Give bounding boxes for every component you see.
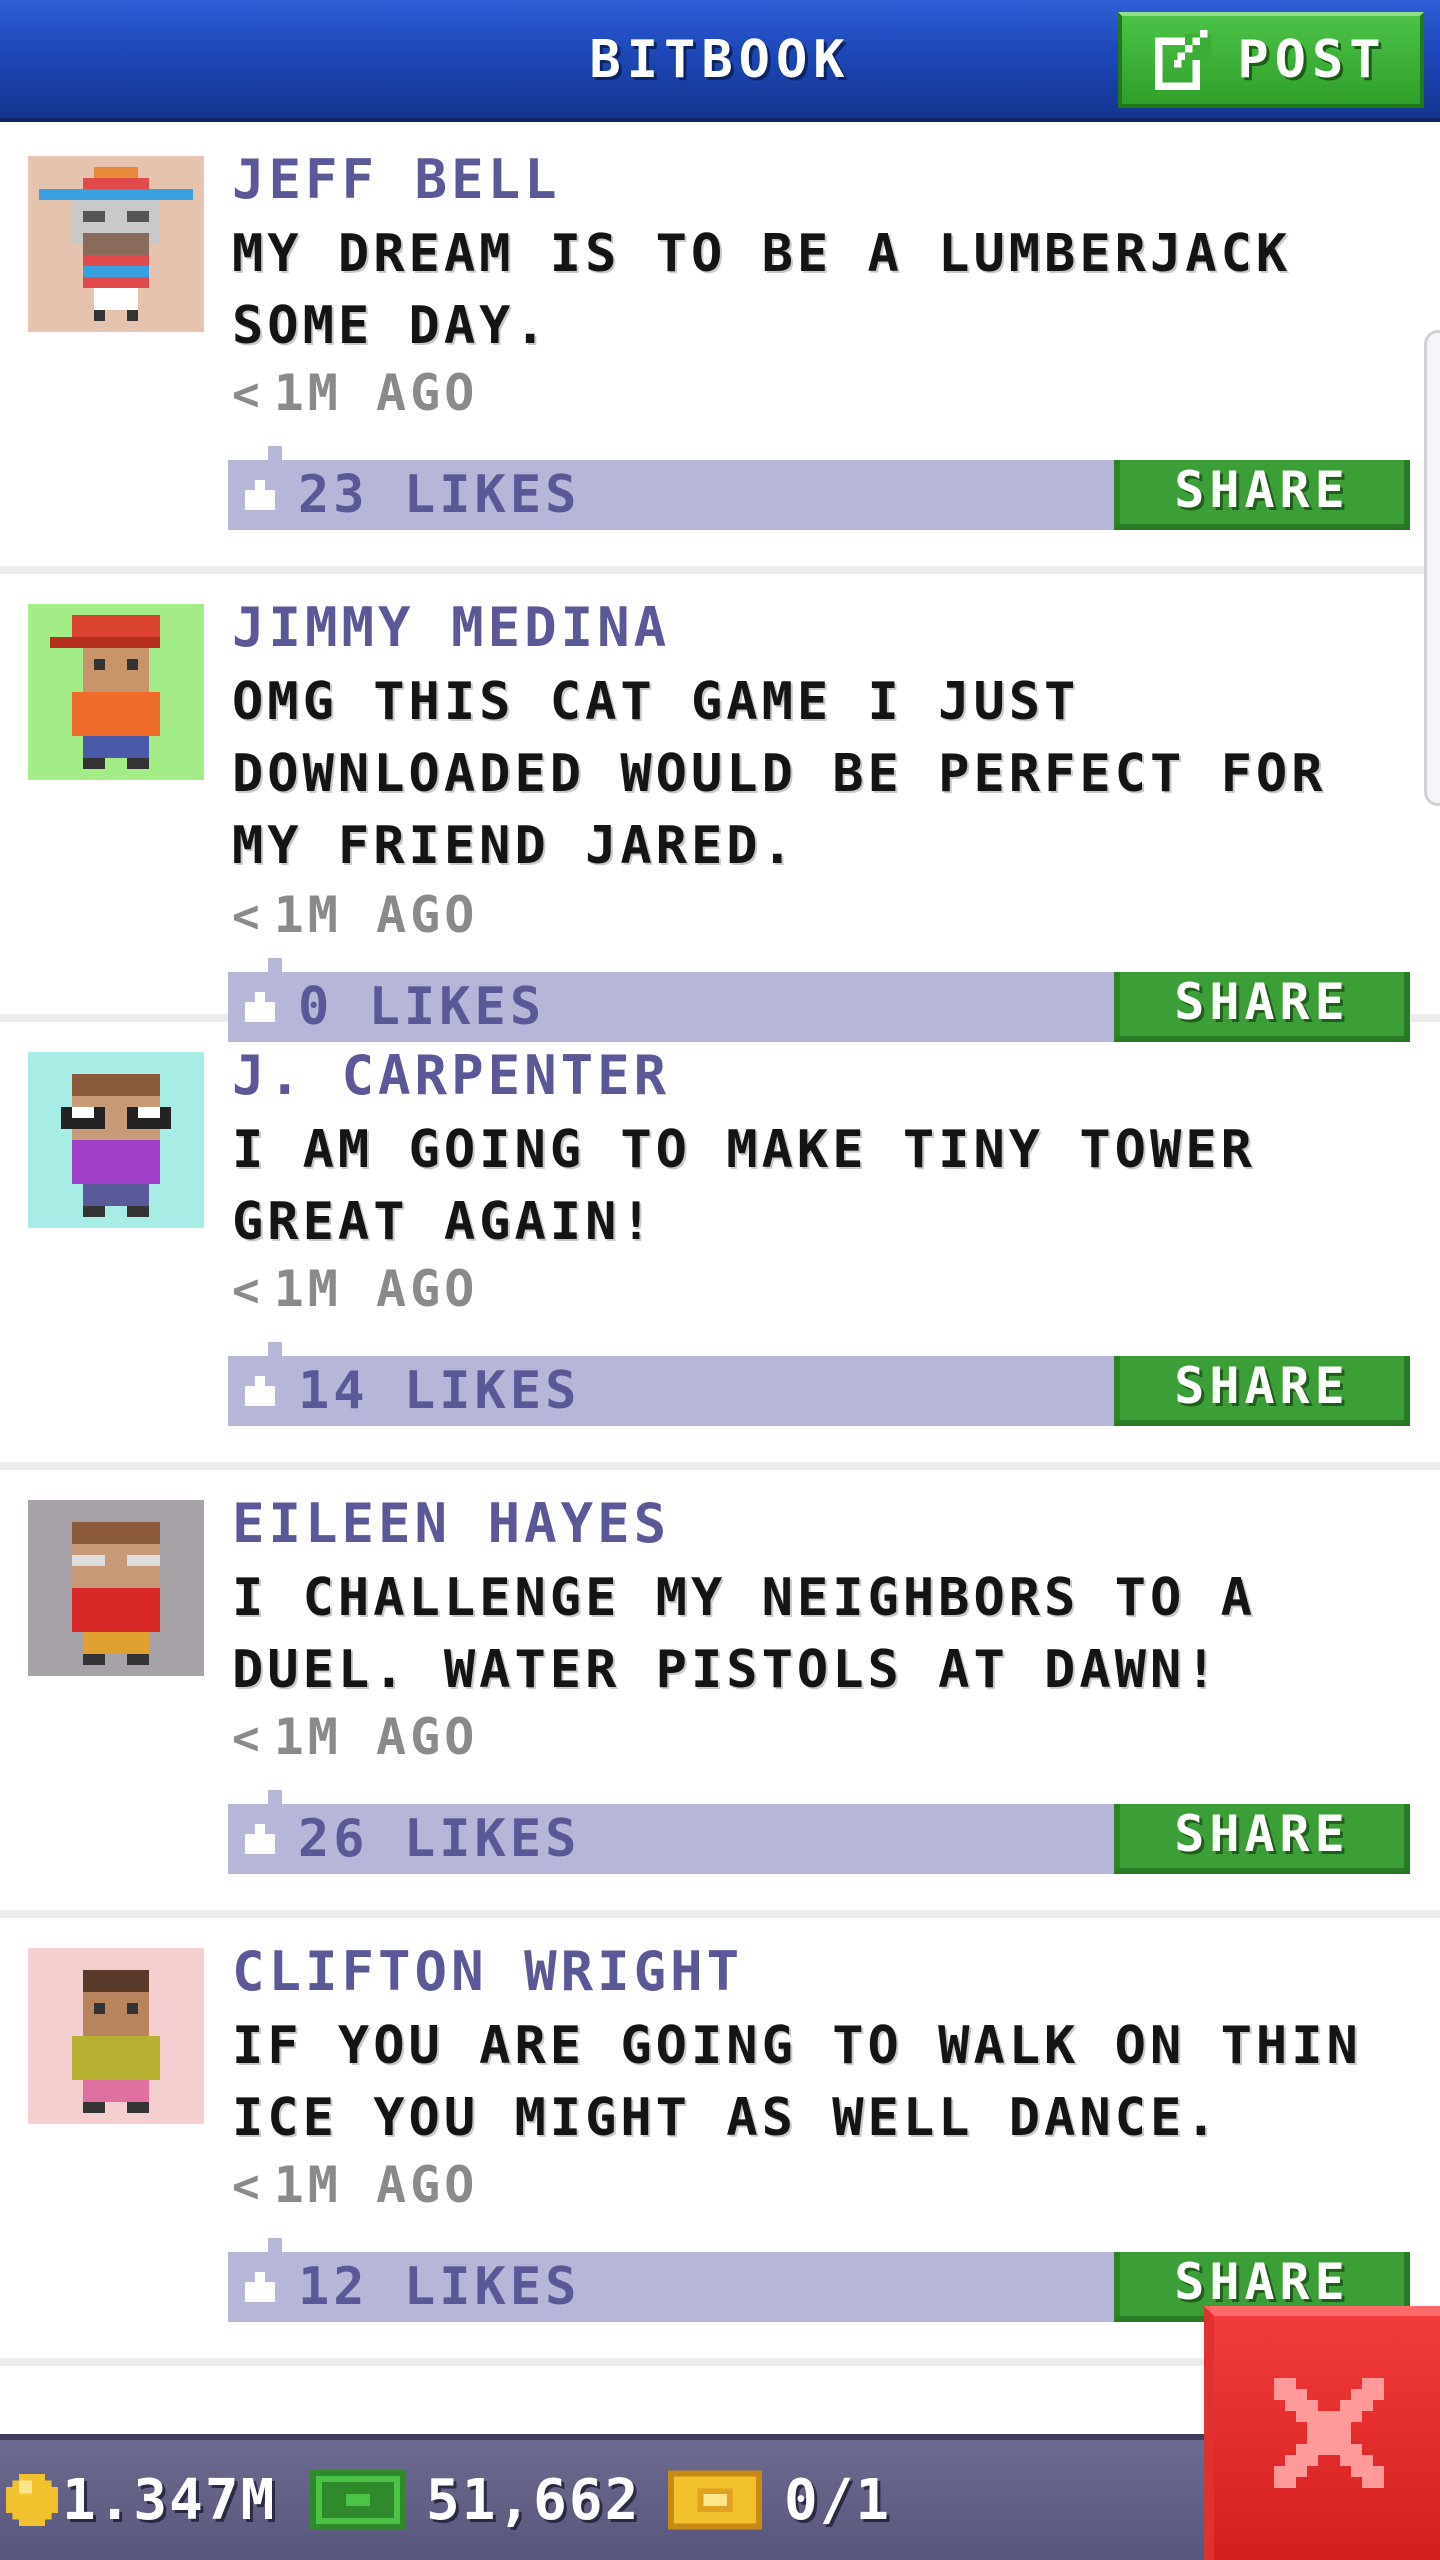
like-button[interactable]: 14 LIKES <box>240 1356 580 1426</box>
compose-icon <box>1155 30 1212 90</box>
thumbs-up-icon <box>245 992 275 1022</box>
thumbs-up-icon <box>245 480 275 510</box>
post-author[interactable]: J. CARPENTER <box>232 1044 670 1107</box>
bux-icon <box>310 2470 406 2530</box>
thumbs-up-icon <box>245 1824 275 1854</box>
coin-icon <box>6 2474 58 2526</box>
post-author[interactable]: EILEEN HAYES <box>232 1492 670 1555</box>
time-chevron: < <box>232 367 264 421</box>
likes-count: 12 LIKES <box>298 2257 581 2317</box>
post-time-label: 1M AGO <box>273 1260 479 1318</box>
post-time: <1M AGO <box>232 886 478 944</box>
post-item: J. CARPENTER I AM GOING TO MAKE TINY TOW… <box>0 1022 1440 1470</box>
post-message: MY DREAM IS TO BE A LUMBERJACK SOME DAY. <box>232 224 1292 356</box>
post-time-label: 1M AGO <box>273 364 479 422</box>
bux-value: 51,662 <box>426 2467 641 2533</box>
avatar <box>28 1948 204 2124</box>
post-author[interactable]: CLIFTON WRIGHT <box>232 1940 743 2003</box>
thumbs-up-icon <box>245 2272 275 2302</box>
like-button[interactable]: 23 LIKES <box>240 460 580 530</box>
bitbook-screen: BITBOOK POST JEFF BELL MY DREAM IS TO BE… <box>0 0 1440 2560</box>
like-button[interactable]: 26 LIKES <box>240 1804 580 1874</box>
avatar <box>28 1500 204 1676</box>
tickets-value: 0/1 <box>784 2467 892 2533</box>
header-bar: BITBOOK POST <box>0 0 1440 122</box>
time-chevron: < <box>232 1263 264 1317</box>
time-chevron: < <box>232 889 264 943</box>
post-time-label: 1M AGO <box>273 886 479 944</box>
ticket-icon <box>668 2470 762 2530</box>
post-item: EILEEN HAYES I CHALLENGE MY NEIGHBORS TO… <box>0 1470 1440 1918</box>
coins-stat: 1.347M <box>6 2440 276 2560</box>
bux-stat: 51,662 <box>310 2440 640 2560</box>
post-message: I CHALLENGE MY NEIGHBORS TO A DUEL. WATE… <box>232 1568 1256 1700</box>
post-button-label: POST <box>1237 30 1387 90</box>
post-message: IF YOU ARE GOING TO WALK ON THIN ICE YOU… <box>232 2016 1362 2148</box>
thumbs-up-icon <box>245 1376 275 1406</box>
post-author[interactable]: JIMMY MEDINA <box>232 596 670 659</box>
post-item: CLIFTON WRIGHT IF YOU ARE GOING TO WALK … <box>0 1918 1440 2366</box>
likes-count: 14 LIKES <box>298 1361 581 1421</box>
avatar <box>28 604 204 780</box>
post-message: OMG THIS CAT GAME I JUST DOWNLOADED WOUL… <box>232 672 1327 876</box>
tickets-stat: 0/1 <box>668 2440 891 2560</box>
post-time-label: 1M AGO <box>273 2156 479 2214</box>
post-message: I AM GOING TO MAKE TINY TOWER GREAT AGAI… <box>232 1120 1256 1252</box>
likes-bar: 14 LIKES SHARE <box>228 1342 1410 1426</box>
post-time: <1M AGO <box>232 1708 478 1766</box>
post-time-label: 1M AGO <box>273 1708 479 1766</box>
time-chevron: < <box>232 2159 264 2213</box>
like-button[interactable]: 12 LIKES <box>240 2252 580 2322</box>
post-button[interactable]: POST <box>1118 12 1424 108</box>
likes-count: 26 LIKES <box>298 1809 581 1869</box>
coins-value: 1.347M <box>62 2467 277 2533</box>
post-time: <1M AGO <box>232 364 478 422</box>
avatar <box>28 156 204 332</box>
post-time: <1M AGO <box>232 2156 478 2214</box>
close-icon <box>1274 2378 1384 2488</box>
likes-bar: 26 LIKES SHARE <box>228 1790 1410 1874</box>
post-item: JIMMY MEDINA OMG THIS CAT GAME I JUST DO… <box>0 574 1440 1042</box>
share-button[interactable]: SHARE <box>1114 460 1410 530</box>
scroll-indicator[interactable] <box>1424 330 1440 806</box>
share-button[interactable]: SHARE <box>1114 1804 1410 1874</box>
post-author[interactable]: JEFF BELL <box>232 148 561 211</box>
post-item: JEFF BELL MY DREAM IS TO BE A LUMBERJACK… <box>0 126 1440 574</box>
avatar <box>28 1052 204 1228</box>
time-chevron: < <box>232 1711 264 1765</box>
likes-bar: 23 LIKES SHARE <box>228 446 1410 530</box>
share-button[interactable]: SHARE <box>1114 1356 1410 1426</box>
close-button[interactable] <box>1204 2306 1440 2560</box>
post-time: <1M AGO <box>232 1260 478 1318</box>
likes-count: 23 LIKES <box>298 465 581 525</box>
post-feed[interactable]: JEFF BELL MY DREAM IS TO BE A LUMBERJACK… <box>0 126 1440 2434</box>
